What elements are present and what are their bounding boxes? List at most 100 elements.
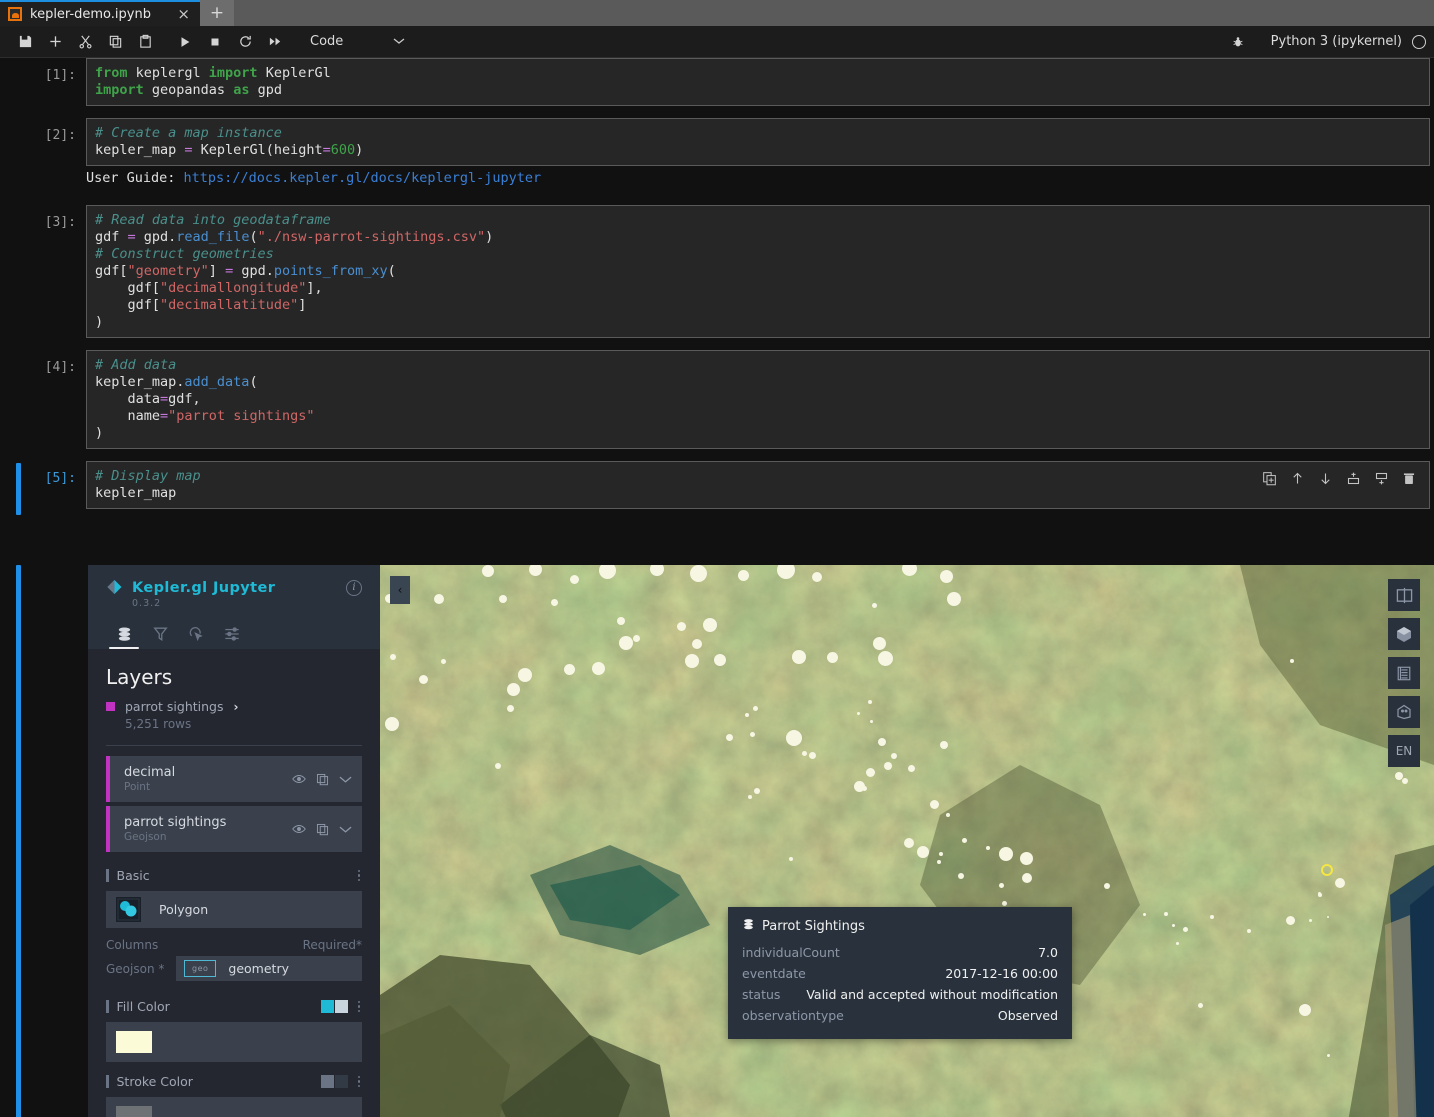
map-data-point[interactable] [1326, 1053, 1330, 1057]
map-data-point[interactable] [808, 751, 816, 759]
layer-item[interactable]: decimal Point [106, 756, 362, 802]
map-data-point[interactable] [865, 767, 875, 777]
map-data-point[interactable] [792, 650, 806, 664]
collapse-panel-button[interactable]: ‹ [390, 576, 410, 604]
stroke-color-swatch[interactable] [116, 1106, 152, 1117]
code-editor[interactable]: # Display map kepler_map [86, 461, 1430, 509]
map-data-point[interactable] [998, 882, 1004, 888]
map-data-point[interactable] [617, 617, 625, 625]
notebook-cell[interactable]: [4]: # Add data kepler_map.add_data( data… [0, 350, 1434, 449]
map-data-point[interactable] [939, 852, 943, 856]
basic-more-icon[interactable] [356, 869, 363, 882]
notebook-tab[interactable]: kepler-demo.ipynb × [0, 0, 200, 26]
map-data-point[interactable] [929, 799, 939, 809]
map-data-point[interactable] [1019, 851, 1033, 865]
map-data-point[interactable] [385, 717, 399, 731]
map-data-point[interactable] [518, 668, 532, 682]
map-data-point[interactable] [904, 838, 914, 848]
stroke-color-toggle[interactable] [320, 1075, 348, 1088]
map-data-point[interactable] [495, 763, 501, 769]
map-data-point[interactable] [884, 762, 892, 770]
map-data-point[interactable] [1182, 926, 1188, 932]
map-data-point[interactable] [917, 846, 929, 858]
duplicate-cell-icon[interactable] [1259, 468, 1279, 488]
map-data-point[interactable] [598, 565, 616, 579]
filters-tab[interactable] [142, 619, 178, 649]
layer-type-selector[interactable]: Polygon [106, 891, 362, 928]
map-data-point[interactable] [563, 663, 575, 675]
map-data-point[interactable] [506, 682, 520, 696]
map-data-point[interactable] [440, 658, 446, 664]
map-data-point[interactable] [940, 741, 948, 749]
map-data-point[interactable] [689, 565, 707, 582]
map-data-point[interactable] [1247, 929, 1251, 933]
stroke-color-more-icon[interactable] [356, 1075, 363, 1088]
map-data-point[interactable] [714, 654, 726, 666]
map-data-point[interactable] [632, 634, 640, 642]
map-data-point[interactable] [939, 569, 953, 583]
draw-polygon-icon[interactable] [1388, 696, 1420, 728]
map-data-point[interactable] [856, 711, 860, 715]
run-cell-icon[interactable] [170, 29, 200, 55]
map-data-point[interactable] [685, 654, 699, 668]
layer-visibility-icon[interactable] [292, 824, 306, 834]
map-data-point[interactable] [745, 713, 749, 717]
map-data-point[interactable] [1022, 873, 1032, 883]
map-data-point[interactable] [1317, 891, 1321, 895]
map-data-point[interactable] [961, 837, 967, 843]
map-language-button[interactable]: EN [1388, 735, 1420, 767]
map-data-point[interactable] [482, 565, 494, 577]
map-data-point[interactable] [877, 650, 893, 666]
interactions-tab[interactable] [178, 619, 214, 649]
map-data-point[interactable] [812, 572, 822, 582]
delete-cell-icon[interactable] [1399, 468, 1419, 488]
code-editor[interactable]: # Create a map instance kepler_map = Kep… [86, 118, 1430, 166]
map-data-point[interactable] [861, 785, 867, 791]
map-data-point[interactable] [1335, 878, 1345, 888]
code-editor[interactable]: # Read data into geodataframe gdf = gpd.… [86, 205, 1430, 338]
layers-tab[interactable] [106, 619, 142, 649]
insert-cell-above-icon[interactable] [1343, 468, 1363, 488]
map-data-point[interactable] [1164, 912, 1168, 916]
map-data-point[interactable] [1104, 883, 1110, 889]
insert-cell-below-icon[interactable] [1371, 468, 1391, 488]
new-tab-button[interactable]: + [200, 0, 234, 26]
map-data-point[interactable] [418, 674, 428, 684]
cut-icon[interactable] [70, 29, 100, 55]
map-data-point[interactable] [754, 788, 760, 794]
map-canvas[interactable]: ‹ EN Parrot Sightings individualCount 7.… [380, 565, 1434, 1117]
restart-kernel-icon[interactable] [230, 29, 260, 55]
map-data-point[interactable] [434, 594, 444, 604]
dataset-color-swatch[interactable] [106, 702, 115, 711]
fill-color-toggle[interactable] [320, 1000, 348, 1013]
notebook-cell[interactable]: [1]: from keplergl import KeplerGl import… [0, 58, 1434, 106]
code-editor[interactable]: # Add data kepler_map.add_data( data=gdf… [86, 350, 1430, 449]
kernel-name-label[interactable]: Python 3 (ipykernel) [1271, 34, 1402, 49]
move-cell-up-icon[interactable] [1287, 468, 1307, 488]
map-data-point[interactable] [801, 750, 807, 756]
map-data-point[interactable] [901, 565, 917, 576]
save-icon[interactable] [10, 29, 40, 55]
map-data-point[interactable] [748, 795, 752, 799]
fill-color-swatch[interactable] [116, 1031, 152, 1053]
map-data-point[interactable] [1210, 915, 1214, 919]
bug-icon[interactable] [1223, 29, 1253, 55]
layer-visibility-icon[interactable] [292, 774, 306, 784]
map-data-point[interactable] [999, 847, 1013, 861]
layer-item[interactable]: parrot sightings Geojson [106, 806, 362, 852]
map-data-point[interactable] [1197, 1002, 1203, 1008]
map-data-point[interactable] [872, 636, 886, 650]
map-data-point[interactable] [737, 569, 749, 581]
copy-icon[interactable] [100, 29, 130, 55]
map-data-point[interactable] [725, 733, 733, 741]
move-cell-down-icon[interactable] [1315, 468, 1335, 488]
map-data-point[interactable] [1299, 1004, 1311, 1016]
dataset-row[interactable]: parrot sightings › 5,251 rows [88, 699, 380, 731]
geojson-column-select[interactable]: geo geometry [176, 956, 362, 981]
map-data-point[interactable] [1285, 915, 1295, 925]
map-data-point[interactable] [946, 813, 950, 817]
3d-map-icon[interactable] [1388, 618, 1420, 650]
notebook-cell[interactable]: [5]: # Display map kepler_map [0, 461, 1434, 515]
map-data-point[interactable] [789, 857, 793, 861]
map-data-point[interactable] [591, 661, 605, 675]
